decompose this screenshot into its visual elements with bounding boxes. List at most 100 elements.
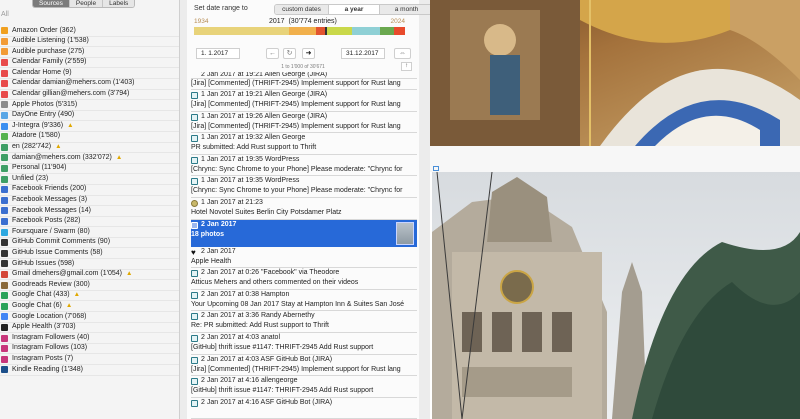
all-sources-label[interactable]: All <box>1 11 9 18</box>
app-window: Sources People Labels All Amazon Order (… <box>0 0 800 419</box>
event-row[interactable]: 1 Jan 2017 at 19:21 Allen George (JIRA) [… <box>191 90 417 112</box>
source-item[interactable]: Google Location (7'068) <box>0 312 179 323</box>
warning-icon: ▲ <box>73 291 81 299</box>
refresh-button[interactable]: ↻ <box>283 48 296 59</box>
event-subtitle: PR submitted: Add Rust support to Thrift <box>191 144 317 152</box>
event-row[interactable]: 1 Jan 2017 at 19:35 WordPress [Chrync: Sy… <box>191 155 417 177</box>
event-title: 2 Jan 2017 at 0:38 Hampton <box>201 290 290 298</box>
preview-separator <box>430 146 800 172</box>
source-item[interactable]: Instagram Follows (103) <box>0 344 179 355</box>
event-row[interactable]: 2 Jan 2017 at 3:36 Randy Abernethy Re: PR… <box>191 311 417 333</box>
event-subtitle: [GitHub] thrift issue #1147: THRIFT-2945… <box>191 387 374 395</box>
source-item[interactable]: Personal (11'904) <box>0 164 179 175</box>
source-item[interactable]: Goodreads Review (300) <box>0 280 179 291</box>
github-icon <box>1 249 8 257</box>
expand-range-button[interactable]: ⇔ <box>394 48 411 59</box>
option-a-month[interactable]: a month <box>380 5 433 14</box>
event-title: 2 Jan 2017 at 4:16 allengeorge <box>201 377 298 385</box>
year-segment <box>194 27 289 35</box>
source-item[interactable]: GitHub Commit Comments (90) <box>0 238 179 249</box>
message-icon <box>191 313 198 321</box>
tab-labels[interactable]: Labels <box>103 0 135 7</box>
source-item[interactable]: Atadore (1'580) <box>0 132 179 143</box>
source-item[interactable]: Audible Listening (1'538) <box>0 37 179 48</box>
event-row[interactable]: 2 Jan 2017 at 0:26 "Facebook" via Theodo… <box>191 268 417 290</box>
event-row[interactable]: 2 Jan 2017 18 photos <box>191 219 417 247</box>
source-item[interactable]: Facebook Messages (14) <box>0 206 179 217</box>
event-subtitle: Hotel Novotel Suites Berlin City Potsdam… <box>191 208 342 216</box>
source-item[interactable]: Calendar damian@mehers.com (1'403) <box>0 79 179 90</box>
refresh-icon: ↻ <box>286 50 293 57</box>
source-item[interactable]: damian@mehers.com (332'072) ▲ <box>0 153 179 164</box>
message-icon <box>191 135 198 143</box>
event-title: 2 Jan 2017 <box>201 220 237 228</box>
end-date-field[interactable]: 31.12.2017 <box>341 48 385 59</box>
mosaic-ceiling-image <box>430 0 800 146</box>
source-item[interactable]: Facebook Posts (282) <box>0 217 179 228</box>
option-a-year[interactable]: a year <box>329 5 380 14</box>
event-row[interactable]: 2 Jan 2017 at 19:21 Allen George (JIRA) <box>191 72 417 79</box>
event-row[interactable]: 2 Jan 2017 at 4:03 ASF GitHub Bot (JIRA)… <box>191 355 417 377</box>
source-item[interactable]: Kindle Reading (1'348) <box>0 365 179 376</box>
source-item[interactable]: Facebook Messages (3) <box>0 196 179 207</box>
source-item[interactable]: Google Chat (433) ▲ <box>0 291 179 302</box>
date-range-label: Set date range to <box>194 4 248 12</box>
start-date-field[interactable]: 1. 1.2017 <box>196 48 240 59</box>
warning-icon: ▲ <box>125 270 133 278</box>
source-item[interactable]: J-Integra (9'336) ▲ <box>0 121 179 132</box>
source-item[interactable]: Apple Health (3'703) <box>0 323 179 334</box>
event-row[interactable]: 2 Jan 2017 at 0:38 Hampton Your Upcoming … <box>191 290 417 312</box>
year-histogram-bar[interactable] <box>194 27 405 35</box>
event-row[interactable]: 1 Jan 2017 at 19:26 Allen George (JIRA) [… <box>191 112 417 134</box>
source-item[interactable]: Instagram Followers (40) <box>0 333 179 344</box>
source-item[interactable]: GitHub Issue Comments (58) <box>0 248 179 260</box>
event-subtitle: [Jira] [Commented] (THRIFT-2945) Impleme… <box>191 365 401 373</box>
source-label: Facebook Friends (200) <box>12 185 87 193</box>
source-item[interactable]: Calendar Home (9) <box>0 68 179 79</box>
instagram-icon <box>1 355 8 363</box>
event-row[interactable]: [Jira] [Commented] (THRIFT-2945) Impleme… <box>191 79 417 90</box>
source-item[interactable]: DayOne Entry (490) <box>0 111 179 122</box>
source-item[interactable]: Calendar gillian@mehers.com (3'794) <box>0 90 179 101</box>
source-item[interactable]: Google Chat (6) ▲ <box>0 301 179 313</box>
thumbnail-marker-icon[interactable] <box>433 166 439 171</box>
event-row[interactable]: 1 Jan 2017 at 19:35 WordPress [Chrync: Sy… <box>191 176 417 198</box>
event-row[interactable]: 2 Jan 2017 at 4:16 ASF GitHub Bot (JIRA) <box>191 398 417 419</box>
event-row[interactable]: 1 Jan 2017 at 21:23 Hotel Novotel Suites … <box>191 198 417 220</box>
mosaic-photo[interactable] <box>430 0 800 146</box>
github-icon <box>1 239 8 247</box>
scroll-top-button[interactable]: ↑ <box>401 62 412 71</box>
source-item[interactable]: Amazon Order (362) <box>0 26 179 37</box>
event-title: 2 Jan 2017 at 19:21 Allen George (JIRA) <box>201 72 328 78</box>
photo-thumbnail[interactable] <box>396 221 414 245</box>
source-label: damian@mehers.com (332'072) <box>12 153 112 161</box>
source-item[interactable]: Facebook Friends (200) <box>0 185 179 196</box>
source-item[interactable]: Calendar Family (2'559) <box>0 58 179 69</box>
option-custom-dates[interactable]: custom dates <box>275 5 329 14</box>
source-item[interactable]: en (282'742) ▲ <box>0 143 179 154</box>
events-list: 2 Jan 2017 at 19:21 Allen George (JIRA) [… <box>191 72 417 419</box>
current-year-marker[interactable] <box>324 27 327 35</box>
previous-arrow-button[interactable]: ← <box>266 48 279 59</box>
year-start-label: 1934 <box>194 18 209 25</box>
source-item[interactable]: Apple Photos (5'315) <box>0 100 179 111</box>
source-label: Unfiled (23) <box>12 174 49 182</box>
event-title: 2 Jan 2017 <box>201 247 236 255</box>
source-item[interactable]: Unfiled (23) <box>0 174 179 185</box>
source-item[interactable]: Foursquare / Swarm (80) <box>0 227 179 238</box>
message-icon <box>191 291 198 299</box>
source-label: Instagram Posts (7) <box>12 354 74 362</box>
tab-people[interactable]: People <box>69 0 104 7</box>
event-row[interactable]: 2 Jan 2017 at 4:16 allengeorge [GitHub] t… <box>191 376 417 398</box>
event-row[interactable]: ♥ 2 Jan 2017 Apple Health <box>191 247 417 269</box>
source-item[interactable]: Gmail dmehers@gmail.com (1'054) ▲ <box>0 270 179 281</box>
source-item[interactable]: Audible purchase (275) <box>0 47 179 58</box>
photos-icon <box>191 221 198 229</box>
tab-sources[interactable]: Sources <box>33 0 70 7</box>
source-item[interactable]: GitHub Issues (598) <box>0 259 179 270</box>
source-item[interactable]: Instagram Posts (7) <box>0 354 179 365</box>
event-row[interactable]: 1 Jan 2017 at 19:32 Allen George PR submi… <box>191 133 417 155</box>
event-row[interactable]: 2 Jan 2017 at 4:03 anatol [GitHub] thrift… <box>191 333 417 355</box>
next-arrow-button[interactable]: ➜ <box>302 48 315 59</box>
church-photo[interactable] <box>432 172 800 419</box>
